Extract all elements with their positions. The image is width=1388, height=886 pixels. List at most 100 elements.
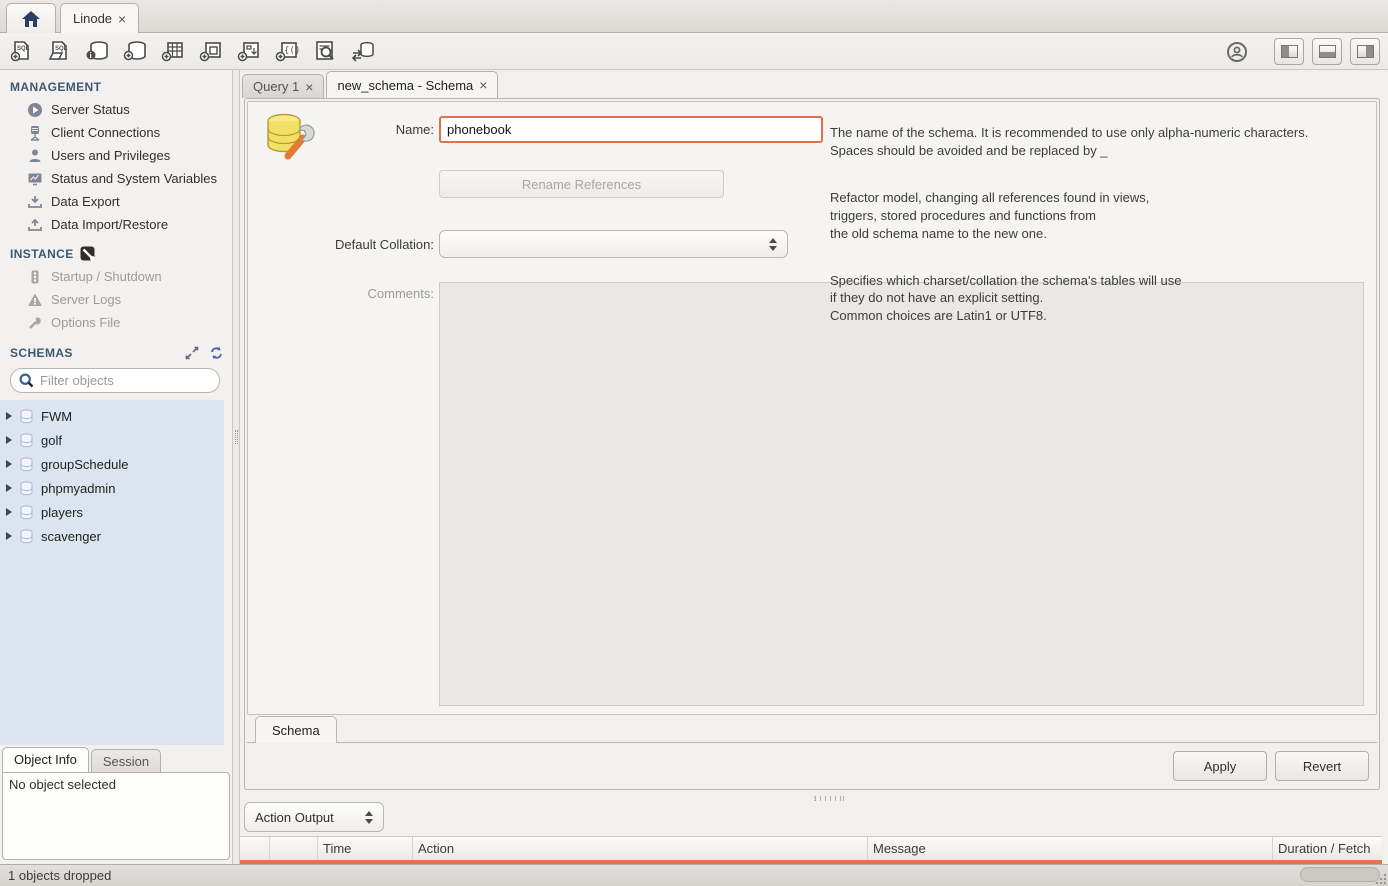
tab-schema-bottom[interactable]: Schema [255,716,337,743]
close-icon[interactable]: × [118,12,126,26]
connection-tab[interactable]: Linode × [60,3,139,33]
export-icon [26,193,43,210]
server-status-icon [26,101,43,118]
warning-triangle-icon [26,291,43,308]
client-connections-icon [26,124,43,141]
schema-list: FWM golf groupSchedule phpmyadmin player… [0,400,224,745]
tab-object-info[interactable]: Object Info [2,747,89,772]
create-procedure-icon[interactable] [238,40,260,62]
new-sql-tab-icon[interactable]: SQL [10,40,32,62]
home-icon [21,10,41,28]
schema-filter-input[interactable] [40,373,216,388]
schema-item-fwm[interactable]: FWM [0,404,224,428]
expander-icon[interactable] [6,484,12,492]
close-icon[interactable]: × [305,80,313,94]
svg-text:{(): {() [284,46,300,56]
window-resize-grip[interactable] [1374,872,1387,885]
tab-query-1[interactable]: Query 1 × [242,74,324,98]
name-label: Name: [264,122,434,137]
schema-info-icon[interactable]: i [86,40,108,62]
vertical-splitter[interactable] [232,70,240,864]
create-table-icon[interactable] [162,40,184,62]
create-function-icon[interactable]: {() [276,40,298,62]
schema-item-scavenger[interactable]: scavenger [0,524,224,548]
monitor-chart-icon [26,170,43,187]
schema-item-players[interactable]: players [0,500,224,524]
output-col-action[interactable]: Action [413,837,868,860]
expander-icon[interactable] [6,460,12,468]
sidebar-item-status-variables[interactable]: Status and System Variables [0,167,232,190]
schema-item-phpmyadmin[interactable]: phpmyadmin [0,476,224,500]
sidebar-item-server-status[interactable]: Server Status [0,98,232,121]
horizontal-splitter[interactable] [814,796,844,801]
import-icon [26,216,43,233]
status-bar: 1 objects dropped [0,864,1388,886]
toggle-bottom-panel-icon[interactable] [1312,38,1342,65]
sidebar-item-startup-shutdown[interactable]: Startup / Shutdown [0,265,232,288]
search-objects-icon[interactable] [314,40,336,62]
sidebar-item-client-connections[interactable]: Client Connections [0,121,232,144]
toggle-right-panel-icon[interactable] [1350,38,1380,65]
stepper-arrows-icon [365,811,373,824]
sidebar-item-users-privileges[interactable]: Users and Privileges [0,144,232,167]
create-schema-icon[interactable] [124,40,146,62]
output-col-time[interactable]: Time [318,837,413,860]
schema-icon [19,409,34,424]
schema-icon [19,505,34,520]
help-name-text: The name of the schema. It is recommende… [830,124,1350,160]
rename-references-button[interactable]: Rename References [439,170,724,198]
expander-icon[interactable] [6,412,12,420]
object-info-panel: Object Info Session No object selected [0,745,232,864]
schema-icon [19,529,34,544]
create-view-icon[interactable] [200,40,222,62]
schema-item-golf[interactable]: golf [0,428,224,452]
close-icon[interactable]: × [479,78,487,92]
expander-icon[interactable] [6,532,12,540]
expander-icon[interactable] [6,508,12,516]
open-sql-file-icon[interactable]: SQL [48,40,70,62]
action-output-select[interactable]: Action Output [244,802,384,832]
wrench-icon [26,314,43,331]
expand-schemas-icon[interactable] [185,346,199,360]
output-col-index[interactable] [270,837,318,860]
apply-button[interactable]: Apply [1173,751,1267,781]
refresh-schemas-icon[interactable] [209,346,224,360]
help-text: The name of the schema. It is recommende… [830,106,1350,354]
output-col-duration[interactable]: Duration / Fetch [1273,837,1382,860]
sync-data-icon[interactable] [352,40,374,62]
main-area: Query 1 × new_schema - Schema × Name: Re… [240,70,1388,864]
tab-schema-editor[interactable]: new_schema - Schema × [326,71,498,98]
window-tab-bar: Linode × [0,0,1388,33]
drop-indicator-bar [240,860,1382,864]
editor-subtab-row: Schema [247,715,1377,743]
output-col-status[interactable] [240,837,270,860]
comments-label: Comments: [264,286,434,301]
schema-filter-box [10,368,220,393]
schema-name-input[interactable] [439,116,823,143]
help-collation-text: Specifies which charset/collation the sc… [830,272,1350,326]
main-toolbar: SQL SQL i {() [0,33,1388,70]
toggle-left-panel-icon[interactable] [1274,38,1304,65]
revert-button[interactable]: Revert [1275,751,1369,781]
tab-session[interactable]: Session [91,749,161,772]
expander-icon[interactable] [6,436,12,444]
sidebar-item-data-export[interactable]: Data Export [0,190,232,213]
sidebar: MANAGEMENT Server Status Client Connecti… [0,70,232,745]
svg-text:SQL: SQL [55,46,68,52]
svg-text:SQL: SQL [17,46,30,52]
home-tab[interactable] [6,3,56,33]
default-collation-select[interactable] [439,230,788,258]
schema-item-groupschedule[interactable]: groupSchedule [0,452,224,476]
schema-form: Name: Rename References Default Collatio… [247,101,1377,715]
sidebar-item-options-file[interactable]: Options File [0,311,232,334]
schema-icon [19,457,34,472]
management-section-title: MANAGEMENT [0,70,232,98]
user-lock-icon [1226,41,1248,63]
search-icon [19,373,34,388]
sidebar-item-server-logs[interactable]: Server Logs [0,288,232,311]
sidebar-item-data-import[interactable]: Data Import/Restore [0,213,232,236]
horizontal-scrollbar-thumb[interactable] [1300,867,1380,882]
object-info-content: No object selected [2,772,230,860]
output-col-message[interactable]: Message [868,837,1273,860]
action-output-header: Time Action Message Duration / Fetch [240,836,1382,860]
